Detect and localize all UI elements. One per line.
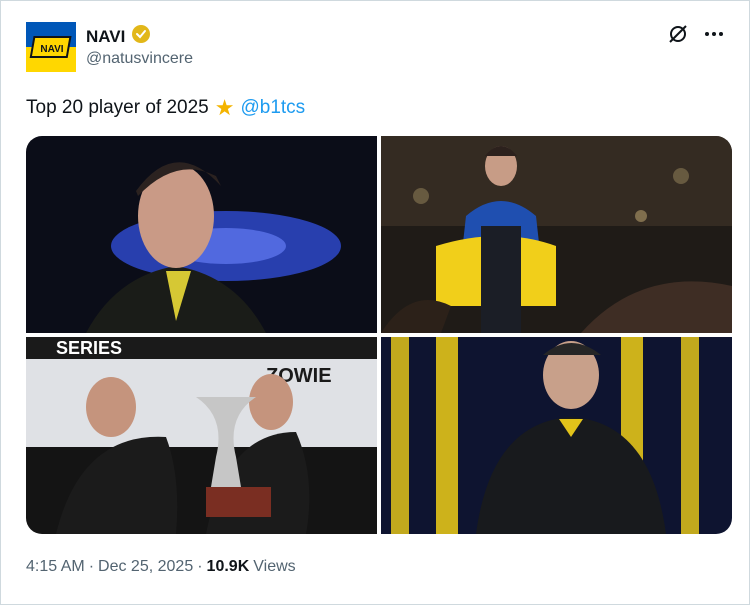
avatar[interactable]: NAVI: [26, 22, 76, 72]
gold-verified-badge-icon: [131, 24, 151, 49]
author-display-name[interactable]: NAVI: [86, 27, 125, 47]
author-handle[interactable]: @natusvincere: [86, 50, 193, 68]
media-grid: SERIES ZOWIE: [26, 136, 732, 534]
star-emoji: ★: [214, 95, 235, 120]
tweet-header: NAVI NAVI @natusvincere: [26, 22, 726, 78]
tweet-body-text: Top 20 player of 2025: [26, 97, 209, 118]
tweet-text: Top 20 player of 2025 ★ @b1tcs: [26, 95, 305, 121]
meta-separator: ·: [88, 558, 95, 575]
mention-link[interactable]: @b1tcs: [240, 97, 305, 119]
meta-separator-2: ·: [197, 558, 203, 575]
post-time[interactable]: 4:15 AM: [26, 558, 85, 576]
more-options-icon[interactable]: [702, 22, 726, 46]
post-date[interactable]: Dec 25, 2025: [98, 558, 193, 576]
top-actions: [666, 22, 726, 46]
media-photo-3[interactable]: SERIES ZOWIE: [26, 337, 377, 534]
svg-text:NAVI: NAVI: [40, 44, 63, 55]
author-name-row: NAVI: [86, 24, 151, 49]
media-photo-2[interactable]: [381, 136, 732, 333]
media-photo-1[interactable]: [26, 136, 377, 333]
tweet-meta: 4:15 AM · Dec 25, 2025 · 10.9K Views: [26, 558, 296, 576]
views-label: Views: [253, 558, 296, 575]
media-photo-4[interactable]: [381, 337, 732, 534]
grok-icon[interactable]: [666, 22, 690, 46]
svg-text:SERIES: SERIES: [56, 338, 122, 358]
views-count: 10.9K: [206, 558, 250, 575]
